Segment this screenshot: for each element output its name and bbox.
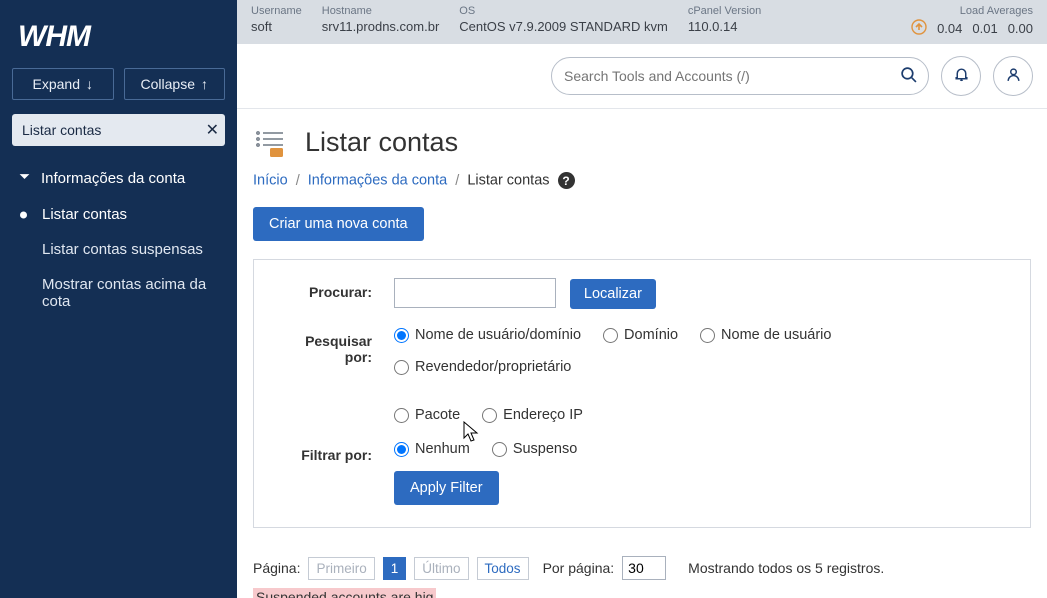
hostname-label: Hostname bbox=[322, 5, 440, 17]
cpver-value: 110.0.14 bbox=[688, 19, 761, 34]
filter-panel: Procurar: Localizar Pesquisar por: Nome … bbox=[253, 259, 1031, 528]
chevron-down-icon bbox=[18, 170, 31, 187]
load-label: Load Averages bbox=[911, 5, 1033, 17]
collapse-label: Collapse bbox=[141, 76, 195, 92]
radio-filter-none[interactable]: Nenhum bbox=[394, 441, 470, 457]
apply-filter-button[interactable]: Apply Filter bbox=[394, 471, 499, 505]
expand-button[interactable]: Expand ↓ bbox=[12, 68, 114, 100]
load-5m: 0.01 bbox=[972, 21, 997, 36]
nav-item-list-accounts[interactable]: Listar contas bbox=[0, 197, 237, 232]
page-label: Página: bbox=[253, 560, 300, 576]
account-search-input[interactable] bbox=[394, 278, 556, 308]
global-search-input[interactable] bbox=[551, 57, 929, 95]
radio-ip[interactable]: Endereço IP bbox=[482, 407, 583, 423]
update-available-icon[interactable] bbox=[911, 19, 927, 38]
arrow-up-icon: ↑ bbox=[201, 76, 208, 92]
collapse-button[interactable]: Collapse ↑ bbox=[124, 68, 226, 100]
load-1m: 0.04 bbox=[937, 21, 962, 36]
perpage-label: Por página: bbox=[543, 560, 615, 576]
logo: WHM bbox=[18, 20, 219, 54]
sidebar: WHM Expand ↓ Collapse ↑ ✕ Informações da… bbox=[0, 0, 237, 598]
breadcrumb: Início / Informações da conta / Listar c… bbox=[253, 172, 1031, 189]
os-label: OS bbox=[459, 5, 668, 17]
nav-item-over-quota[interactable]: Mostrar contas acima da cota bbox=[0, 267, 237, 319]
filterby-label: Filtrar por: bbox=[274, 441, 394, 463]
user-menu-button[interactable] bbox=[993, 56, 1033, 96]
user-icon bbox=[1005, 66, 1022, 86]
cpver-label: cPanel Version bbox=[688, 5, 761, 17]
bc-home-link[interactable]: Início bbox=[253, 173, 288, 189]
logo-area: WHM bbox=[0, 0, 237, 68]
utilbar bbox=[237, 44, 1047, 109]
os-value: CentOS v7.9.2009 STANDARD kvm bbox=[459, 19, 668, 34]
main: Username soft Hostname srv11.prodns.com.… bbox=[237, 0, 1047, 598]
perpage-input[interactable] bbox=[622, 556, 666, 580]
username-value: soft bbox=[251, 19, 302, 34]
nav-item-list-suspended[interactable]: Listar contas suspensas bbox=[0, 232, 237, 267]
nav-group-label: Informações da conta bbox=[41, 170, 185, 187]
arrow-down-icon: ↓ bbox=[86, 76, 93, 92]
radio-filter-suspended[interactable]: Suspenso bbox=[492, 441, 578, 457]
hostname-value: srv11.prodns.com.br bbox=[322, 19, 440, 34]
bell-icon bbox=[953, 66, 970, 86]
sidebar-search-input[interactable] bbox=[12, 114, 225, 146]
bc-current: Listar contas bbox=[467, 173, 549, 189]
searchby-label: Pesquisar por: bbox=[274, 327, 394, 365]
radio-package[interactable]: Pacote bbox=[394, 407, 460, 423]
radio-domain[interactable]: Domínio bbox=[603, 327, 678, 343]
radio-user[interactable]: Nome de usuário bbox=[700, 327, 831, 343]
search-label: Procurar: bbox=[274, 278, 394, 300]
showing-text: Mostrando todos os 5 registros. bbox=[688, 560, 884, 576]
topbar: Username soft Hostname srv11.prodns.com.… bbox=[237, 0, 1047, 44]
load-15m: 0.00 bbox=[1008, 21, 1033, 36]
radio-reseller[interactable]: Revendedor/proprietário bbox=[394, 359, 571, 375]
suspended-note: Suspended accounts are hig bbox=[253, 588, 436, 598]
page-title: Listar contas bbox=[305, 127, 458, 158]
help-icon[interactable]: ? bbox=[558, 172, 575, 189]
username-label: Username bbox=[251, 5, 302, 17]
create-account-button[interactable]: Criar uma nova conta bbox=[253, 207, 424, 241]
page-last-button[interactable]: Último bbox=[414, 557, 468, 580]
notifications-button[interactable] bbox=[941, 56, 981, 96]
clear-search-icon[interactable]: ✕ bbox=[206, 120, 219, 140]
bc-group-link[interactable]: Informações da conta bbox=[308, 173, 447, 189]
page-1-button[interactable]: 1 bbox=[383, 557, 407, 580]
nav-group-account-info[interactable]: Informações da conta bbox=[0, 160, 237, 197]
locate-button[interactable]: Localizar bbox=[570, 279, 656, 309]
list-accounts-icon bbox=[253, 128, 287, 158]
radio-user-domain[interactable]: Nome de usuário/domínio bbox=[394, 327, 581, 343]
search-icon[interactable] bbox=[900, 66, 917, 86]
page-all-button[interactable]: Todos bbox=[477, 557, 529, 580]
page-first-button[interactable]: Primeiro bbox=[308, 557, 374, 580]
expand-label: Expand bbox=[33, 76, 80, 92]
